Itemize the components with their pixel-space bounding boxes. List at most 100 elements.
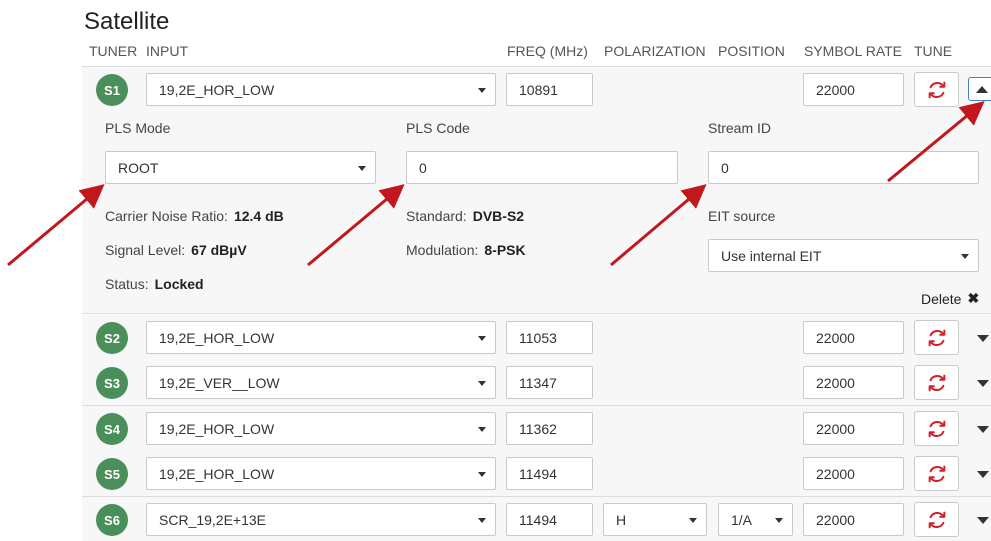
refresh-icon xyxy=(928,511,945,528)
tune-button[interactable] xyxy=(914,320,959,355)
chevron-down-icon xyxy=(775,518,783,523)
caret-down-icon xyxy=(977,334,989,342)
freq-input[interactable]: 11494 xyxy=(506,457,593,490)
tuner-row: S6 SCR_19,2E+13E 11494 H 1/A 22000 xyxy=(82,497,991,541)
standard-value: DVB-S2 xyxy=(472,208,525,224)
input-select[interactable]: 19,2E_VER__LOW xyxy=(146,366,496,399)
tune-button[interactable] xyxy=(914,365,959,400)
input-select[interactable]: 19,2E_HOR_LOW xyxy=(146,412,496,445)
chevron-down-icon xyxy=(478,381,486,386)
expand-button[interactable] xyxy=(972,372,991,394)
collapse-button[interactable] xyxy=(968,77,991,101)
standard-label: Standard: xyxy=(406,208,467,224)
standard-info: Standard: DVB-S2 xyxy=(406,208,524,224)
signal-value: 67 dBµV xyxy=(191,242,247,258)
tune-button[interactable] xyxy=(914,456,959,491)
symbol-rate-input[interactable]: 22000 xyxy=(803,321,904,354)
input-select[interactable]: 19,2E_HOR_LOW xyxy=(146,73,496,106)
pls-mode-label: PLS Mode xyxy=(105,120,171,136)
freq-input[interactable]: 11347 xyxy=(506,366,593,399)
modulation-value: 8-PSK xyxy=(484,242,526,258)
signal-info: Signal Level: 67 dBµV xyxy=(105,242,247,258)
tune-button[interactable] xyxy=(914,411,959,446)
chevron-down-icon xyxy=(961,254,969,259)
header-tune: TUNE xyxy=(914,43,953,59)
eit-source-select[interactable]: Use internal EIT xyxy=(708,239,979,272)
symbol-rate-input[interactable]: 22000 xyxy=(803,503,904,536)
symbol-rate-input[interactable]: 22000 xyxy=(803,412,904,445)
chevron-down-icon xyxy=(478,336,486,341)
tuner-badge: S5 xyxy=(96,458,128,490)
status-label: Status: xyxy=(105,276,149,292)
expand-button[interactable] xyxy=(972,463,991,485)
delete-button[interactable]: Delete ✖ xyxy=(921,290,979,307)
input-select[interactable]: SCR_19,2E+13E xyxy=(146,503,496,536)
pls-mode-value: ROOT xyxy=(118,159,159,176)
position-select[interactable]: 1/A xyxy=(718,503,793,536)
caret-down-icon xyxy=(977,470,989,478)
status-value: Locked xyxy=(154,276,204,292)
expand-button[interactable] xyxy=(972,327,991,349)
cnr-value: 12.4 dB xyxy=(233,208,284,224)
chevron-down-icon xyxy=(478,427,486,432)
delete-label: Delete xyxy=(921,290,962,307)
header-position: POSITION xyxy=(718,43,785,59)
chevron-down-icon xyxy=(478,88,486,93)
input-select[interactable]: 19,2E_HOR_LOW xyxy=(146,457,496,490)
stream-id-input[interactable]: 0 xyxy=(708,151,979,184)
freq-input[interactable]: 11053 xyxy=(506,321,593,354)
chevron-down-icon xyxy=(478,518,486,523)
input-select-value: 19,2E_HOR_LOW xyxy=(159,465,275,482)
refresh-icon xyxy=(928,465,945,482)
refresh-icon xyxy=(928,420,945,437)
header-polarization: POLARIZATION xyxy=(604,43,706,59)
satellite-page: Satellite TUNER INPUT FREQ (MHz) POLARIZ… xyxy=(82,0,991,541)
refresh-icon xyxy=(928,374,945,391)
freq-input[interactable]: 11362 xyxy=(506,412,593,445)
modulation-info: Modulation: 8-PSK xyxy=(406,242,526,258)
pls-code-input[interactable]: 0 xyxy=(406,151,678,184)
caret-up-icon xyxy=(976,85,988,93)
symbol-rate-input[interactable]: 22000 xyxy=(803,457,904,490)
pls-mode-select[interactable]: ROOT xyxy=(105,151,376,184)
chevron-down-icon xyxy=(478,472,486,477)
tuner-badge: S1 xyxy=(96,74,128,106)
status-info: Status: Locked xyxy=(105,276,204,292)
input-select-value: SCR_19,2E+13E xyxy=(159,511,267,528)
expand-button[interactable] xyxy=(972,509,991,531)
page-title: Satellite xyxy=(84,8,170,35)
freq-input[interactable]: 11494 xyxy=(506,503,593,536)
caret-down-icon xyxy=(977,425,989,433)
header-symbol-rate: SYMBOL RATE xyxy=(804,43,903,59)
cnr-info: Carrier Noise Ratio: 12.4 dB xyxy=(105,208,284,224)
caret-down-icon xyxy=(977,516,989,524)
tune-button[interactable] xyxy=(914,72,959,107)
close-icon: ✖ xyxy=(967,290,980,306)
header-tuner: TUNER xyxy=(89,43,138,59)
eit-source-label: EIT source xyxy=(708,208,776,224)
symbol-rate-input[interactable]: 22000 xyxy=(803,366,904,399)
table-header: TUNER INPUT FREQ (MHz) POLARIZATION POSI… xyxy=(82,43,991,59)
header-input: INPUT xyxy=(146,43,188,59)
refresh-icon xyxy=(928,81,945,98)
input-select-value: 19,2E_HOR_LOW xyxy=(159,420,275,437)
header-freq: FREQ (MHz) xyxy=(507,43,588,59)
tuner-row: S4 19,2E_HOR_LOW 11362 22000 xyxy=(82,406,991,452)
polarization-select[interactable]: H xyxy=(603,503,707,536)
stream-id-label: Stream ID xyxy=(708,120,772,136)
pls-code-label: PLS Code xyxy=(406,120,470,136)
input-select[interactable]: 19,2E_HOR_LOW xyxy=(146,321,496,354)
freq-input[interactable]: 10891 xyxy=(506,73,593,106)
tune-button[interactable] xyxy=(914,502,959,537)
symbol-rate-input[interactable]: 22000 xyxy=(803,73,904,106)
input-select-value: 19,2E_HOR_LOW xyxy=(159,329,275,346)
caret-down-icon xyxy=(977,379,989,387)
chevron-down-icon xyxy=(358,166,366,171)
tuner-badge: S4 xyxy=(96,413,128,445)
expand-button[interactable] xyxy=(972,418,991,440)
modulation-label: Modulation: xyxy=(406,242,479,258)
tuner-badge: S6 xyxy=(96,504,128,536)
position-value: 1/A xyxy=(731,511,753,528)
polarization-value: H xyxy=(616,511,627,528)
tuner-row-expanded: S1 19,2E_HOR_LOW 10891 22000 PLS Mode RO… xyxy=(82,66,991,314)
